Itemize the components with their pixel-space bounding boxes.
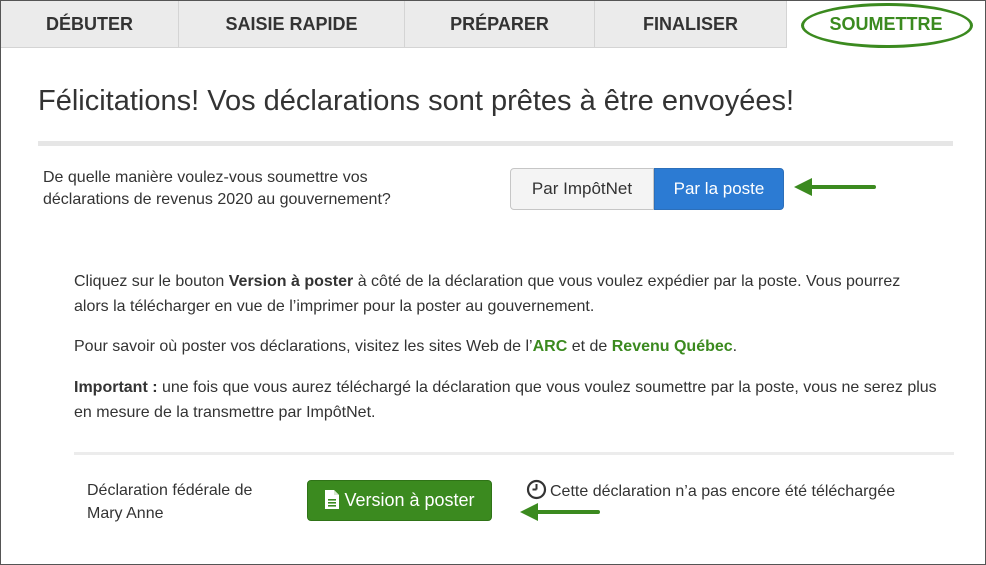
arc-link[interactable]: ARC (533, 338, 568, 355)
declaration-label: Déclaration fédérale de Mary Anne (87, 482, 253, 522)
option-poste-button[interactable]: Par la poste (654, 168, 784, 210)
submission-question: De quelle manière voulez-vous soumettre … (43, 169, 391, 208)
text-span: Cliquez sur le bouton (74, 273, 229, 290)
tab-preparer[interactable]: PRÉPARER (405, 1, 595, 48)
clock-icon (526, 479, 547, 500)
tab-saisie-rapide[interactable]: SAISIE RAPIDE (179, 1, 405, 48)
highlight-circle (801, 3, 973, 48)
arrow-left-icon (520, 503, 600, 521)
arrow-left-icon (794, 178, 876, 196)
bold-text: Important : (74, 379, 158, 396)
option-impotnet-button[interactable]: Par ImpôtNet (510, 168, 654, 210)
page-title: Félicitations! Vos déclarations sont prê… (38, 85, 795, 117)
instruction-paragraph-2: Pour savoir où poster vos déclarations, … (74, 334, 934, 359)
revenu-quebec-link[interactable]: Revenu Québec (612, 338, 733, 355)
status-text: Cette déclaration n’a pas encore été tél… (550, 483, 896, 500)
divider (38, 141, 953, 146)
document-icon (325, 490, 340, 509)
button-label: Version à poster (344, 490, 475, 510)
bold-text: Version à poster (228, 273, 354, 290)
text-span: . (732, 338, 738, 355)
instruction-paragraph-1: Cliquez sur le bouton Version à poster à… (74, 269, 934, 319)
text-span: et de (567, 338, 612, 355)
text-span: Pour savoir où poster vos déclarations, … (74, 338, 533, 355)
version-a-poster-button[interactable]: Version à poster (307, 480, 492, 521)
submission-method-toggle: Par ImpôtNet Par la poste (510, 168, 784, 210)
important-paragraph: Important : une fois que vous aurez télé… (74, 375, 944, 425)
download-status: Cette déclaration n’a pas encore été tél… (526, 479, 895, 503)
text-span: une fois que vous aurez téléchargé la dé… (74, 379, 937, 421)
divider (74, 452, 954, 455)
tab-finaliser[interactable]: FINALISER (595, 1, 787, 48)
tab-debuter[interactable]: DÉBUTER (1, 1, 179, 48)
